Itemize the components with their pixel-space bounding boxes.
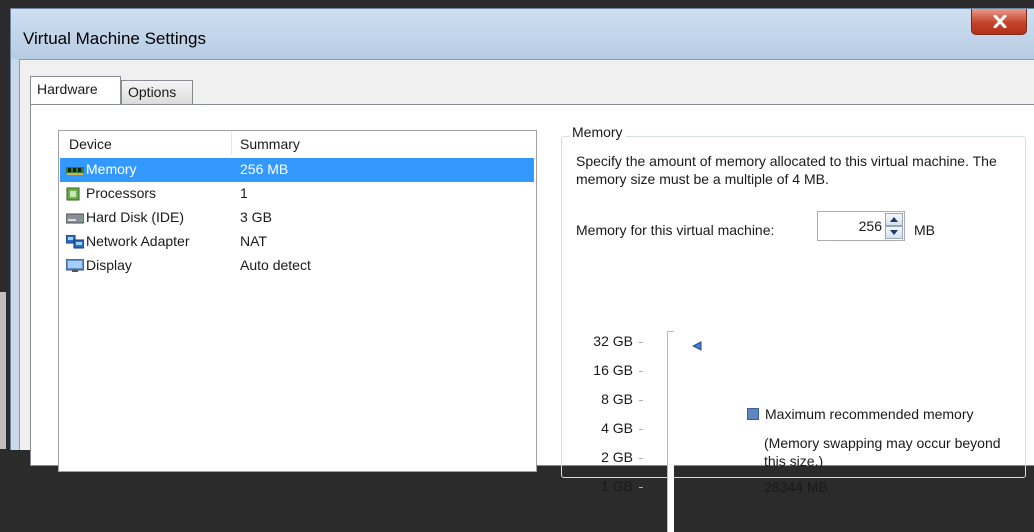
device-name: Processors <box>86 185 157 201</box>
scale-label: 4 GB <box>601 420 633 436</box>
memory-description: Specify the amount of memory allocated t… <box>576 153 997 187</box>
scale-tick <box>639 371 643 372</box>
device-summary: 256 MB <box>240 161 289 177</box>
device-row-memory[interactable]: Memory 256 MB <box>60 158 534 182</box>
device-row-hard-disk[interactable]: Hard Disk (IDE) 3 GB <box>60 206 534 230</box>
scale-label: 16 GB <box>593 362 633 378</box>
scale-tick <box>639 458 643 459</box>
dialog-client-area: Hardware Options Device Summary Memory 2… <box>19 59 1034 532</box>
scale-label: 32 GB <box>593 333 633 349</box>
tab-options[interactable]: Options <box>121 80 193 104</box>
device-name: Display <box>86 257 132 273</box>
device-name: Network Adapter <box>86 233 190 249</box>
hardware-tab-page: Device Summary Memory 256 MB Processors … <box>30 104 1034 532</box>
display-icon <box>65 258 85 273</box>
device-summary: NAT <box>240 233 267 249</box>
window-title: Virtual Machine Settings <box>23 29 207 48</box>
scale-tick <box>639 487 643 488</box>
device-summary: 1 <box>240 185 248 201</box>
background-window-edge <box>0 292 6 449</box>
memory-unit-label: MB <box>914 222 935 238</box>
title-bar[interactable]: Virtual Machine Settings <box>11 9 1034 59</box>
memory-field-label: Memory for this virtual machine: <box>576 222 775 238</box>
arrow-up-icon <box>890 217 898 222</box>
device-row-processors[interactable]: Processors 1 <box>60 182 534 206</box>
memory-value[interactable]: 256 <box>859 218 882 234</box>
legend-marker-icon <box>747 408 759 420</box>
decrease-memory-button[interactable] <box>885 226 903 239</box>
scale-tick <box>639 429 643 430</box>
memory-pointer-icon[interactable] <box>692 341 702 351</box>
legend-value: 28344 MB <box>764 479 828 495</box>
column-separator[interactable] <box>231 131 232 155</box>
device-name: Hard Disk (IDE) <box>86 209 185 225</box>
settings-window: Virtual Machine Settings Hardware Option… <box>10 8 1034 532</box>
scale-label: 1 GB <box>601 478 633 494</box>
tab-hardware[interactable]: Hardware <box>30 76 121 104</box>
scale-tick <box>639 400 643 401</box>
increase-memory-button[interactable] <box>885 213 903 226</box>
memory-group-title: Memory <box>569 124 626 140</box>
processor-icon <box>66 187 84 201</box>
memory-icon <box>66 163 84 177</box>
device-name: Memory <box>86 161 137 177</box>
device-row-display[interactable]: Display Auto detect <box>60 254 534 278</box>
device-list-header: Device Summary <box>59 131 536 157</box>
close-button[interactable] <box>971 9 1027 35</box>
close-icon <box>993 15 1007 28</box>
legend-label: Maximum recommended memory <box>765 406 974 422</box>
column-header-summary[interactable]: Summary <box>240 136 300 152</box>
device-summary: Auto detect <box>240 257 311 273</box>
scale-tick <box>639 342 643 343</box>
scale-label: 8 GB <box>601 391 633 407</box>
device-list[interactable]: Device Summary Memory 256 MB Processors … <box>58 130 537 472</box>
hard-disk-icon <box>65 211 85 225</box>
memory-spinbox[interactable]: 256 <box>817 211 905 241</box>
scale-label: 2 GB <box>601 449 633 465</box>
arrow-down-icon <box>890 230 898 235</box>
column-header-device[interactable]: Device <box>69 136 112 152</box>
memory-slider-track[interactable] <box>667 331 674 532</box>
device-summary: 3 GB <box>240 209 272 225</box>
legend-note: (Memory swapping may occur beyond this s… <box>764 435 1001 469</box>
network-adapter-icon <box>65 234 85 249</box>
device-row-network-adapter[interactable]: Network Adapter NAT <box>60 230 534 254</box>
